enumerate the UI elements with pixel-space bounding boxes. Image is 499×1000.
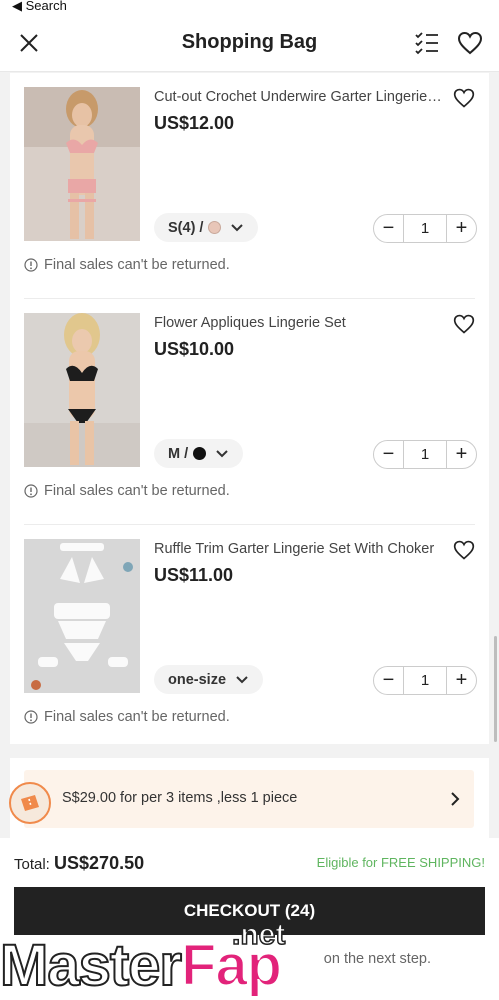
info-icon	[24, 710, 38, 724]
coupon-icon[interactable]	[9, 782, 51, 824]
status-bar: ◀ Search	[0, 0, 499, 14]
color-swatch	[208, 221, 222, 234]
info-icon	[24, 484, 38, 498]
chevron-down-icon	[236, 675, 248, 683]
free-shipping-notice: Eligible for FREE SHIPPING!	[316, 855, 485, 870]
promo-text: S$29.00 for per 3 items ,less 1 piece	[62, 790, 298, 806]
final-sale-notice: Final sales can't be returned.	[24, 709, 230, 725]
wishlist-heart-icon[interactable]	[455, 28, 485, 58]
total-label: Total:	[14, 856, 50, 873]
quantity-stepper: − 1 +	[373, 214, 477, 243]
promo-section: S$29.00 for per 3 items ,less 1 piece	[10, 758, 489, 838]
back-to-search-link[interactable]: ◀ Search	[12, 0, 67, 13]
product-image[interactable]	[24, 539, 140, 693]
checklist-icon[interactable]	[412, 28, 442, 58]
scrollbar[interactable]	[494, 636, 497, 742]
notice-text: Final sales can't be returned.	[44, 257, 230, 273]
variant-label: one-size	[168, 671, 227, 688]
quantity-value[interactable]: 1	[403, 215, 447, 242]
chevron-down-icon	[216, 449, 228, 457]
decrease-quantity-button[interactable]: −	[374, 441, 403, 468]
product-image[interactable]	[24, 87, 140, 241]
notice-text: Final sales can't be returned.	[44, 709, 230, 725]
header-bar: Shopping Bag	[0, 14, 499, 72]
heart-icon[interactable]	[453, 87, 475, 109]
notice-text: Final sales can't be returned.	[44, 483, 230, 499]
watermark-domain: .net	[231, 917, 286, 952]
promo-banner[interactable]: S$29.00 for per 3 items ,less 1 piece	[24, 770, 474, 828]
variant-selector[interactable]: one-size	[154, 665, 264, 694]
order-total: Total: US$270.50	[14, 853, 144, 874]
chevron-down-icon	[231, 223, 244, 231]
product-name[interactable]: Flower Appliques Lingerie Set	[154, 315, 444, 331]
cart-item: Flower Appliques Lingerie Set US$10.00 M…	[10, 299, 489, 525]
quantity-stepper: − 1 +	[373, 440, 477, 469]
variant-selector[interactable]: S(4) /	[154, 213, 259, 242]
color-swatch	[193, 447, 207, 460]
product-price: US$11.00	[154, 565, 234, 585]
product-name[interactable]: Ruffle Trim Garter Lingerie Set With Cho…	[154, 541, 444, 557]
product-image[interactable]	[24, 313, 140, 467]
heart-icon[interactable]	[453, 539, 475, 561]
cart-item-list: Cut-out Crochet Underwire Garter Lingeri…	[10, 73, 489, 744]
info-icon	[24, 258, 38, 272]
variant-label: S(4) /	[168, 219, 204, 236]
decrease-quantity-button[interactable]: −	[374, 215, 403, 242]
quantity-value[interactable]: 1	[403, 441, 447, 468]
cart-item: Cut-out Crochet Underwire Garter Lingeri…	[10, 73, 489, 299]
final-sale-notice: Final sales can't be returned.	[24, 257, 230, 273]
increase-quantity-button[interactable]: +	[447, 215, 476, 242]
quantity-value[interactable]: 1	[403, 667, 447, 694]
increase-quantity-button[interactable]: +	[447, 667, 476, 694]
final-sale-notice: Final sales can't be returned.	[24, 483, 230, 499]
product-price: US$10.00	[154, 339, 235, 359]
watermark-part-a: Master	[0, 932, 183, 999]
variant-selector[interactable]: M /	[154, 439, 244, 468]
increase-quantity-button[interactable]: +	[447, 441, 476, 468]
decrease-quantity-button[interactable]: −	[374, 667, 403, 694]
chevron-right-icon	[451, 792, 460, 806]
cart-item: Ruffle Trim Garter Lingerie Set With Cho…	[10, 525, 489, 751]
next-step-note: on the next step.	[323, 951, 431, 967]
total-amount: US$270.50	[54, 853, 145, 873]
product-price: US$12.00	[154, 113, 235, 133]
quantity-stepper: − 1 +	[373, 666, 477, 695]
heart-icon[interactable]	[453, 313, 475, 335]
watermark-logo: MasterFap .net	[0, 917, 320, 1000]
product-name[interactable]: Cut-out Crochet Underwire Garter Lingeri…	[154, 89, 444, 105]
variant-label: M /	[168, 445, 189, 462]
